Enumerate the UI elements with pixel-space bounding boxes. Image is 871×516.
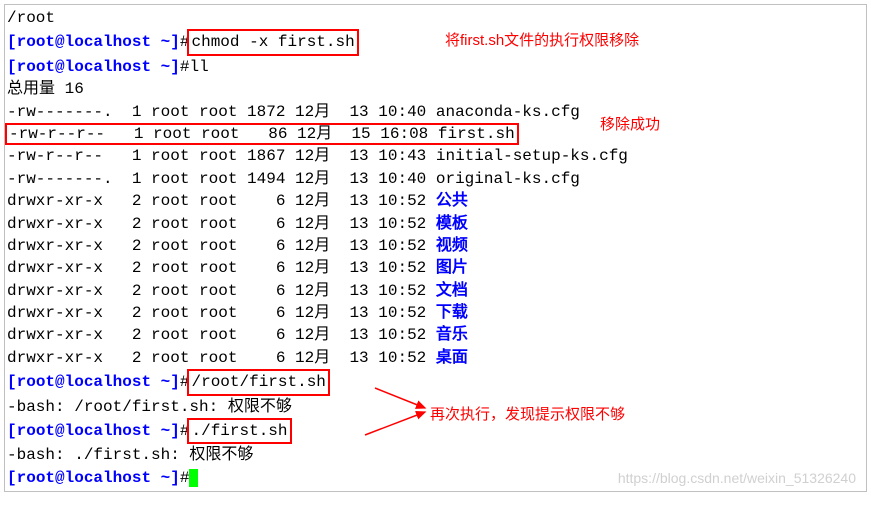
- list-item: drwxr-xr-x 2 root root 6 12月 13 10:52 公共: [7, 190, 864, 212]
- chmod-command-box: chmod -x first.sh: [187, 29, 358, 55]
- exec1-command-box: /root/first.sh: [187, 369, 329, 395]
- truncated-line: /root: [7, 7, 864, 29]
- exec1-line[interactable]: [root@localhost ~]#/root/first.sh: [7, 369, 864, 395]
- ll-line[interactable]: [root@localhost ~]#ll: [7, 56, 864, 78]
- annotation-chmod: 将first.sh文件的执行权限移除: [445, 30, 639, 51]
- cursor-icon: [189, 469, 198, 487]
- list-item: drwxr-xr-x 2 root root 6 12月 13 10:52 模板: [7, 213, 864, 235]
- total-line: 总用量 16: [7, 78, 864, 100]
- list-item: -rw-------. 1 root root 1494 12月 13 10:4…: [7, 168, 864, 190]
- list-item: drwxr-xr-x 2 root root 6 12月 13 10:52 文档: [7, 280, 864, 302]
- list-item: drwxr-xr-x 2 root root 6 12月 13 10:52 下载: [7, 302, 864, 324]
- list-item: drwxr-xr-x 2 root root 6 12月 13 10:52 视频: [7, 235, 864, 257]
- chmod-line[interactable]: [root@localhost ~]#chmod -x first.sh: [7, 29, 864, 55]
- list-item: -rw-r--r-- 1 root root 1867 12月 13 10:43…: [7, 145, 864, 167]
- list-item: drwxr-xr-x 2 root root 6 12月 13 10:52 音乐: [7, 324, 864, 346]
- annotation-retry: 再次执行，发现提示权限不够: [430, 404, 625, 425]
- list-item: -rw-------. 1 root root 1872 12月 13 10:4…: [7, 101, 864, 123]
- list-item: -rw-r--r-- 1 root root 86 12月 15 16:08 f…: [7, 123, 864, 145]
- list-item: drwxr-xr-x 2 root root 6 12月 13 10:52 图片: [7, 257, 864, 279]
- list-item: drwxr-xr-x 2 root root 6 12月 13 10:52 桌面: [7, 347, 864, 369]
- error2-line: -bash: ./first.sh: 权限不够: [7, 444, 864, 466]
- file-list: -rw-------. 1 root root 1872 12月 13 10:4…: [7, 101, 864, 370]
- annotation-removed: 移除成功: [600, 114, 660, 135]
- watermark: https://blog.csdn.net/weixin_51326240: [618, 469, 856, 489]
- exec2-command-box: ./first.sh: [187, 418, 291, 444]
